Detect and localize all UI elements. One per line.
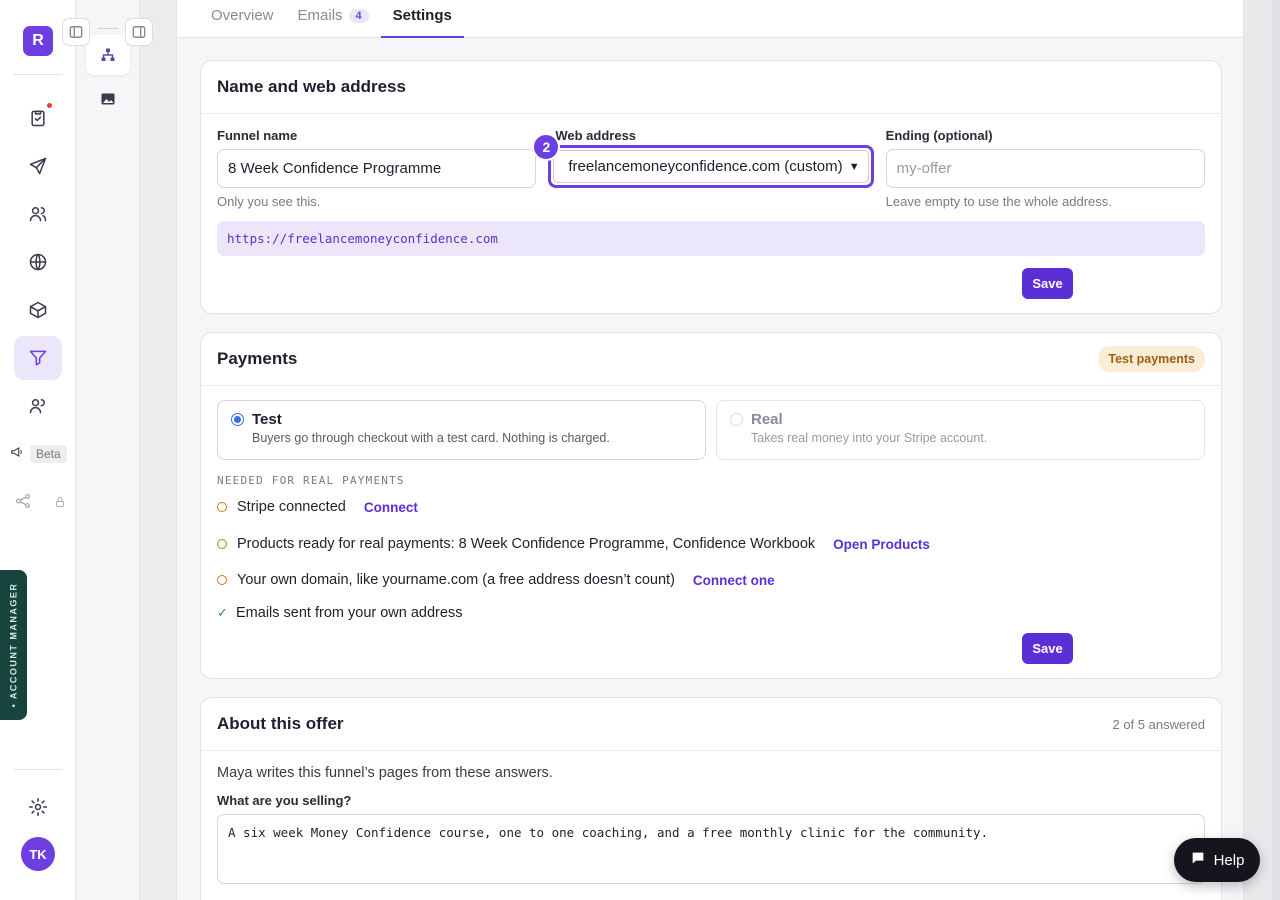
lock-icon: [54, 495, 66, 513]
requirement-text: Your own domain, like yourname.com (a fr…: [237, 572, 675, 588]
web-address-value: freelancemoneyconfidence.com (custom): [568, 158, 843, 175]
settings-gear-icon[interactable]: [14, 785, 62, 829]
pending-icon: [217, 575, 227, 585]
requirements-heading: Needed for real payments: [217, 474, 405, 487]
ending-input[interactable]: my-offer: [885, 149, 1206, 188]
globe-icon[interactable]: [14, 240, 62, 284]
chevron-down-icon: ▼: [848, 160, 860, 173]
payment-option-test[interactable]: Test Buyers go through checkout with a t…: [217, 400, 706, 460]
textarea-value: A six week Money Confidence course, one …: [228, 825, 989, 840]
workspace-avatar[interactable]: R: [23, 26, 53, 56]
tasks-icon[interactable]: [14, 96, 62, 140]
funnel-name-hint: Only you see this.: [217, 194, 321, 209]
tab-bar: Overview Emails 4 Settings: [177, 0, 1243, 38]
share-item: [14, 492, 66, 515]
rail-divider: [14, 74, 62, 75]
connect-stripe-link[interactable]: Connect: [364, 500, 418, 515]
chat-bubble-icon: [1190, 850, 1206, 870]
option-title: Test: [252, 411, 282, 428]
option-subtitle: Takes real money into your Stripe accoun…: [751, 431, 988, 445]
open-products-link[interactable]: Open Products: [833, 537, 930, 552]
notification-dot: [47, 103, 52, 108]
name-address-card: Name and web address Funnel name 8 Week …: [200, 60, 1222, 314]
ending-hint: Leave empty to use the whole address.: [885, 194, 1112, 209]
save-button[interactable]: Save: [1022, 268, 1073, 299]
requirement-text: Emails sent from your own address: [236, 605, 463, 621]
url-preview: https://freelancemoneyconfidence.com: [217, 221, 1205, 256]
option-subtitle: Buyers go through checkout with a test c…: [252, 431, 610, 445]
image-icon[interactable]: [86, 79, 130, 119]
requirement-text: Products ready for real payments: 8 Week…: [237, 536, 816, 552]
about-intro: Maya writes this funnel’s pages from the…: [217, 765, 553, 781]
sitemap-icon[interactable]: [86, 35, 130, 75]
requirement-row: Your own domain, like yourname.com (a fr…: [217, 572, 775, 588]
card-title: Name and web address: [217, 77, 406, 96]
card-title: About this offer: [217, 714, 344, 733]
requirement-row: Stripe connected Connect: [217, 499, 418, 515]
ending-label: Ending (optional): [885, 128, 993, 143]
help-button[interactable]: Help: [1174, 838, 1260, 882]
payment-option-real: Real Takes real money into your Stripe a…: [716, 400, 1205, 460]
help-label: Help: [1213, 851, 1245, 869]
answered-count: 2 of 5 answered: [1112, 716, 1205, 732]
tab-label: Settings: [392, 7, 452, 24]
beta-item[interactable]: Beta: [10, 444, 67, 464]
web-address-label: Web address: [555, 128, 637, 143]
tab-settings[interactable]: Settings: [380, 7, 465, 38]
rail-divider: [14, 769, 62, 770]
box-icon[interactable]: [14, 288, 62, 332]
status-badge: Test payments: [1098, 346, 1205, 372]
megaphone-icon: [10, 445, 24, 464]
user-avatar[interactable]: TK: [21, 837, 55, 871]
right-gutter: [1244, 0, 1280, 900]
tab-overview[interactable]: Overview: [199, 7, 286, 37]
app-rail: R Beta • ACCOUNT MANAGER TK: [0, 0, 76, 900]
funnel-name-label: Funnel name: [217, 128, 298, 143]
secondary-rail: [76, 0, 140, 900]
payments-card: Payments Test payments Test Buyers go th…: [200, 332, 1222, 679]
send-icon[interactable]: [14, 144, 62, 188]
option-title: Real: [751, 411, 783, 428]
email-count-badge: 4: [348, 8, 369, 23]
team-icon[interactable]: [14, 384, 62, 428]
web-address-select[interactable]: freelancemoneyconfidence.com (custom) ▼: [553, 150, 869, 183]
sidebar-toggle-icon[interactable]: [62, 18, 90, 46]
tab-emails[interactable]: Emails 4: [286, 7, 381, 37]
share-icon: [14, 492, 32, 515]
check-icon: ✓: [217, 605, 228, 620]
requirement-row: ✓ Emails sent from your own address: [217, 605, 462, 621]
beta-badge: Beta: [30, 445, 67, 463]
account-manager-label: • ACCOUNT MANAGER: [8, 582, 19, 708]
pending-icon: [217, 502, 227, 512]
contacts-icon[interactable]: [14, 192, 62, 236]
about-offer-card: About this offer 2 of 5 answered Maya wr…: [200, 697, 1222, 900]
web-address-focus-ring: freelancemoneyconfidence.com (custom) ▼: [548, 145, 874, 188]
connect-domain-link[interactable]: Connect one: [693, 573, 775, 588]
funnel-icon[interactable]: [14, 336, 62, 380]
tab-label: Overview: [211, 7, 274, 24]
panel-toggle-icon[interactable]: [125, 18, 153, 46]
tab-label: Emails: [297, 7, 343, 24]
card-title: Payments: [217, 349, 298, 368]
selling-textarea[interactable]: A six week Money Confidence course, one …: [217, 814, 1205, 884]
account-manager-tab[interactable]: • ACCOUNT MANAGER: [0, 570, 27, 720]
main-content: Overview Emails 4 Settings Name and web a…: [176, 0, 1244, 900]
radio-selected[interactable]: [231, 413, 244, 426]
col2-divider: [98, 28, 118, 29]
question-label: What are you selling?: [217, 793, 352, 808]
pending-icon: [217, 539, 227, 549]
funnel-name-input[interactable]: 8 Week Confidence Programme: [217, 149, 537, 188]
save-button[interactable]: Save: [1022, 633, 1073, 664]
requirement-text: Stripe connected: [237, 499, 346, 515]
requirement-row: Products ready for real payments: 8 Week…: [217, 536, 930, 552]
radio-unselected: [730, 413, 743, 426]
